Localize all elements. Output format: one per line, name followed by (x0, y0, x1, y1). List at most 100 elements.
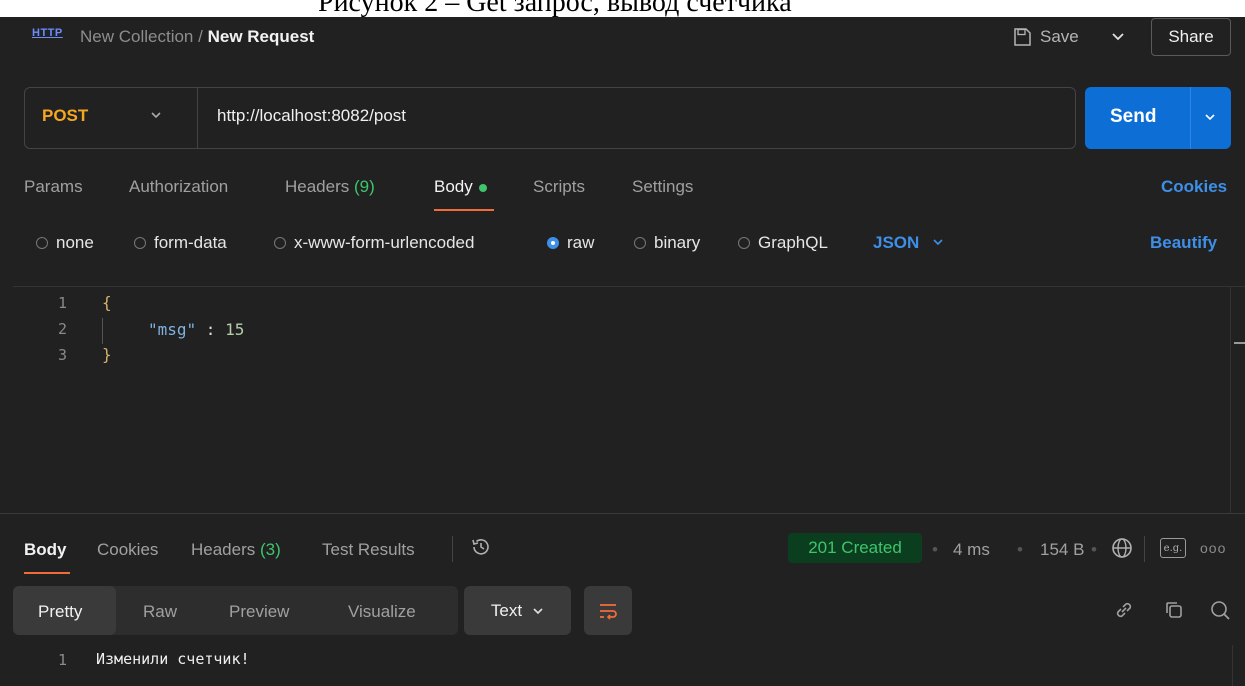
send-label[interactable]: Send (1110, 106, 1156, 128)
response-tab-body[interactable]: Body (24, 540, 67, 560)
tab-settings[interactable]: Settings (632, 177, 693, 197)
response-tab-headers[interactable]: Headers (3) (191, 540, 281, 560)
radio-form-data-label: form-data (154, 233, 227, 252)
code-line-1: { (102, 293, 112, 312)
radio-circle-icon (738, 237, 750, 249)
wrap-lines-button[interactable] (584, 586, 632, 635)
meta-separator: • (1091, 540, 1097, 559)
radio-selected-icon (547, 237, 559, 249)
radio-graphql-label: GraphQL (758, 233, 828, 252)
search-icon[interactable] (1204, 594, 1236, 626)
url-bar (24, 87, 1076, 149)
response-divider[interactable] (0, 513, 1245, 514)
tab-body[interactable]: Body (434, 177, 487, 197)
save-button[interactable]: Save (1012, 24, 1079, 50)
url-divider (197, 87, 198, 149)
scrollbar-marker (1234, 342, 1245, 344)
tab-headers-count: (9) (354, 177, 375, 196)
tab-headers-label: Headers (285, 177, 350, 196)
radio-circle-icon (274, 237, 286, 249)
indent-guide (102, 318, 103, 344)
response-tab-cookies[interactable]: Cookies (97, 540, 158, 560)
radio-urlencoded[interactable]: x-www-form-urlencoded (274, 233, 474, 253)
tab-scripts[interactable]: Scripts (533, 177, 585, 197)
save-label: Save (1040, 27, 1079, 46)
response-scrollbar[interactable] (1232, 645, 1245, 686)
method-chevron-down-icon[interactable] (150, 108, 162, 124)
send-options-chevron-icon[interactable] (1204, 110, 1216, 126)
beautify-link[interactable]: Beautify (1150, 233, 1217, 253)
line-number: 2 (58, 320, 68, 338)
tab-separator (452, 536, 453, 562)
json-separator: : (196, 320, 226, 339)
line-number: 1 (58, 651, 68, 669)
radio-form-data[interactable]: form-data (134, 233, 227, 253)
radio-circle-icon (634, 237, 646, 249)
save-example-icon[interactable]: e.g. (1160, 538, 1186, 558)
line-number: 3 (58, 346, 68, 364)
radio-raw[interactable]: raw (547, 233, 594, 253)
radio-none[interactable]: none (36, 233, 94, 253)
radio-binary[interactable]: binary (634, 233, 700, 253)
wrap-lines-icon (600, 603, 617, 620)
response-body-text: Изменили счетчик! (96, 650, 250, 668)
history-icon[interactable] (470, 536, 492, 563)
tab-headers[interactable]: Headers (9) (285, 177, 375, 197)
http-icon: HTTP (32, 27, 63, 39)
view-visualize[interactable]: Visualize (348, 602, 416, 622)
view-pretty[interactable]: Pretty (38, 602, 82, 622)
response-size[interactable]: 154 B (1040, 540, 1084, 560)
cookies-link[interactable]: Cookies (1161, 177, 1227, 197)
json-key: "msg" (148, 320, 197, 339)
response-format-select[interactable]: Text (464, 586, 571, 635)
url-input[interactable]: http://localhost:8082/post (217, 106, 406, 126)
radio-graphql[interactable]: GraphQL (738, 233, 828, 253)
response-tab-body-underline (24, 572, 70, 574)
save-options-chevron-icon[interactable] (1111, 29, 1125, 48)
tab-authorization[interactable]: Authorization (129, 177, 228, 197)
status-badge[interactable]: 201 Created (788, 533, 922, 563)
breadcrumb-request[interactable]: New Request (208, 27, 315, 46)
tab-params[interactable]: Params (24, 177, 83, 197)
radio-urlencoded-label: x-www-form-urlencoded (294, 233, 475, 252)
caption-text: Рисунок 2 – Get запрос, вывод счетчика (318, 0, 792, 17)
breadcrumb-separator: / (198, 27, 203, 46)
chevron-down-icon (933, 239, 943, 246)
chevron-down-icon (533, 607, 543, 614)
globe-icon[interactable] (1110, 536, 1134, 565)
meta-separator: • (1017, 540, 1023, 559)
modified-dot-icon (478, 183, 487, 192)
format-select[interactable]: JSON (873, 233, 944, 253)
editor-scrollbar[interactable] (1230, 287, 1245, 513)
view-raw[interactable]: Raw (143, 602, 177, 622)
radio-binary-label: binary (654, 233, 701, 252)
response-tab-headers-count: (3) (260, 540, 281, 559)
code-line-2: "msg" : 15 (148, 320, 244, 339)
response-format-label: Text (490, 600, 523, 620)
breadcrumb-collection[interactable]: New Collection (80, 27, 193, 46)
save-icon (1014, 28, 1031, 46)
code-line-3: } (102, 345, 112, 364)
line-number: 1 (58, 294, 68, 312)
more-options-icon[interactable]: ooo (1200, 540, 1226, 556)
copy-icon[interactable] (1158, 594, 1190, 626)
send-divider (1190, 87, 1191, 149)
radio-circle-icon (134, 237, 146, 249)
tab-body-label: Body (434, 177, 473, 196)
radio-none-label: none (56, 233, 94, 252)
meta-separator: • (932, 540, 938, 559)
format-select-label: JSON (873, 233, 920, 252)
method-select[interactable]: POST (42, 106, 88, 126)
radio-raw-label: raw (567, 233, 595, 252)
response-time[interactable]: 4 ms (953, 540, 990, 560)
share-button[interactable]: Share (1151, 18, 1231, 56)
response-tab-headers-label: Headers (191, 540, 256, 559)
document-caption: Рисунок 2 – Get запрос, вывод счетчика (0, 0, 1245, 17)
view-preview[interactable]: Preview (229, 602, 289, 622)
response-tab-tests[interactable]: Test Results (322, 540, 415, 560)
link-icon[interactable] (1108, 594, 1140, 626)
breadcrumb: New Collection / New Request (80, 27, 314, 47)
radio-circle-icon (36, 237, 48, 249)
json-value: 15 (225, 320, 245, 339)
tab-body-underline (434, 209, 494, 211)
